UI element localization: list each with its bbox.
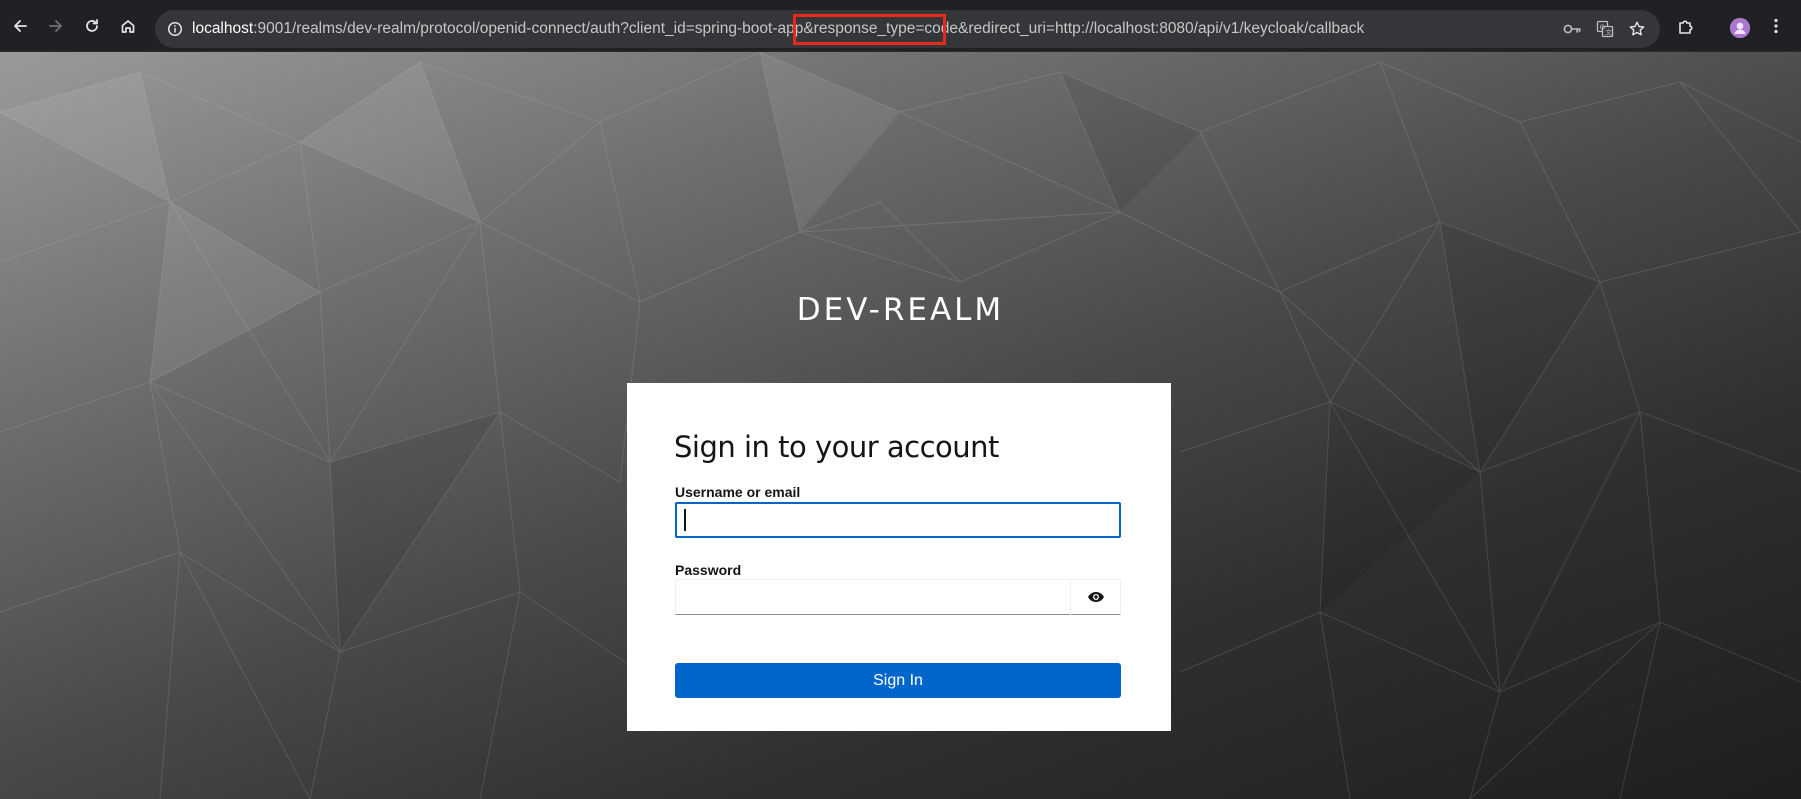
kebab-menu-icon <box>1774 18 1778 34</box>
eye-icon <box>1087 592 1104 602</box>
translate-button[interactable]: G 文 <box>1591 15 1619 43</box>
password-label: Password <box>675 562 742 578</box>
back-button[interactable] <box>6 12 34 40</box>
home-icon <box>121 20 135 33</box>
extensions-button[interactable] <box>1672 12 1700 40</box>
url-host: localhost <box>192 20 254 37</box>
svg-text:文: 文 <box>1605 28 1612 37</box>
password-field <box>675 579 1121 615</box>
bookmark-button[interactable] <box>1623 15 1651 43</box>
profile-avatar[interactable] <box>1730 18 1750 38</box>
url-path: :9001/realms/dev-realm/protocol/openid-c… <box>253 20 1365 37</box>
reload-button[interactable] <box>78 12 106 40</box>
login-heading: Sign in to your account <box>674 430 999 464</box>
url-text[interactable]: localhost:9001/realms/dev-realm/protocol… <box>192 10 1364 48</box>
key-icon <box>1563 24 1581 34</box>
browser-menu-button[interactable] <box>1762 12 1790 40</box>
password-manager-button[interactable] <box>1558 15 1586 43</box>
show-password-button[interactable] <box>1070 579 1120 615</box>
arrow-left-icon <box>14 20 27 32</box>
puzzle-icon <box>1679 20 1693 34</box>
reload-icon <box>86 19 98 32</box>
browser-toolbar: localhost:9001/realms/dev-realm/protocol… <box>0 0 1801 52</box>
forward-button[interactable] <box>42 12 70 40</box>
password-input[interactable] <box>676 580 1071 614</box>
sign-in-button[interactable]: Sign In <box>675 663 1121 698</box>
home-button[interactable] <box>114 12 142 40</box>
username-input[interactable] <box>675 502 1121 538</box>
star-icon <box>1629 21 1645 36</box>
login-card: Sign in to your account Username or emai… <box>627 383 1171 731</box>
address-bar[interactable]: localhost:9001/realms/dev-realm/protocol… <box>155 10 1660 48</box>
username-label: Username or email <box>675 484 801 500</box>
realm-title: DEV-REALM <box>796 292 1005 328</box>
text-caret <box>684 509 686 531</box>
avatar-icon <box>1730 18 1750 38</box>
arrow-right-icon <box>49 20 62 32</box>
translate-icon: G 文 <box>1596 20 1614 38</box>
site-info-button[interactable] <box>161 15 189 43</box>
info-icon <box>167 21 183 37</box>
